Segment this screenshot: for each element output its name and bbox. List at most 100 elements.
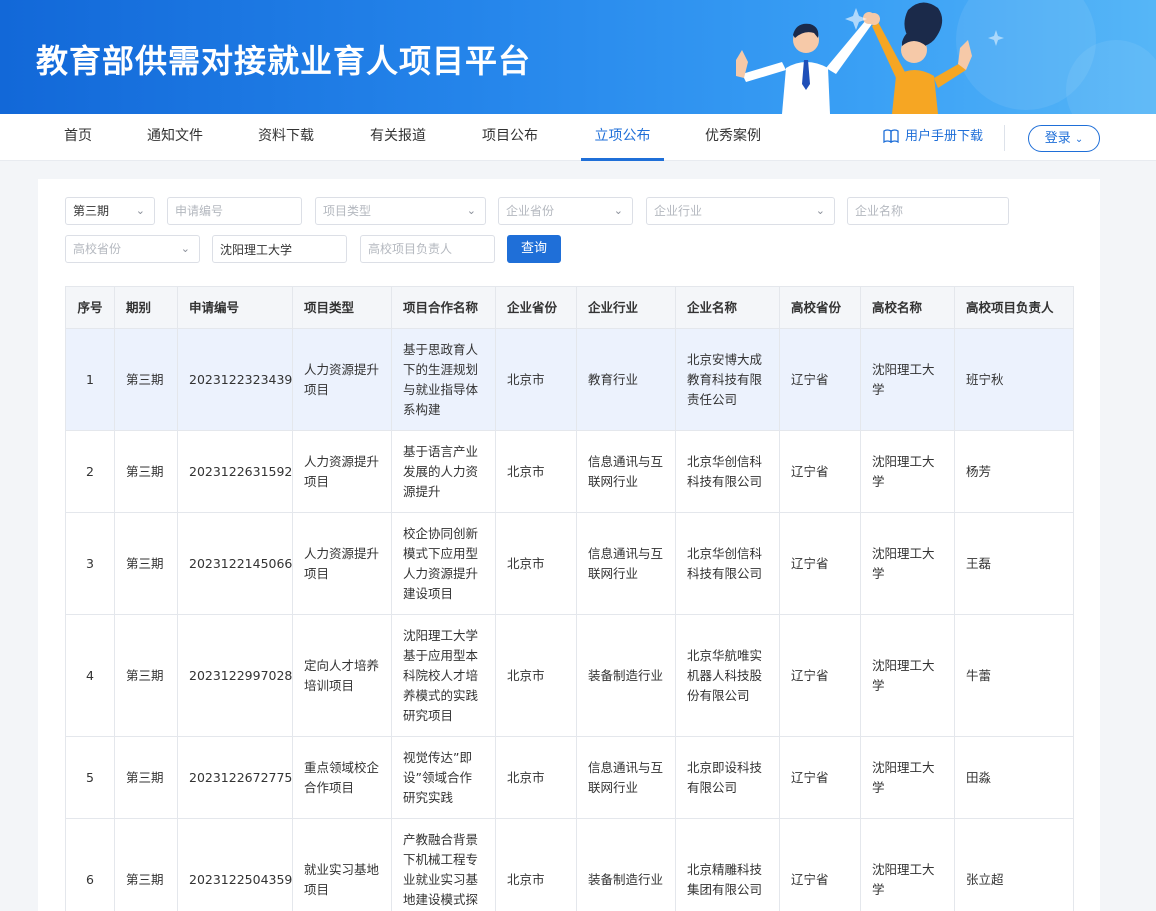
table-cell: 辽宁省 xyxy=(779,512,861,615)
nav-divider xyxy=(1004,125,1005,151)
application-no-input[interactable] xyxy=(167,197,302,225)
company-industry-select[interactable]: 企业行业 ⌄ xyxy=(646,197,835,225)
login-button[interactable]: 登录 ⌄ xyxy=(1028,125,1100,152)
query-button[interactable]: 查询 xyxy=(507,235,561,263)
table-cell: 人力资源提升项目 xyxy=(292,328,392,431)
table-cell: 产教融合背景下机械工程专业就业实习基地建设模式探索与实践 xyxy=(391,818,496,911)
table-cell: 第三期 xyxy=(114,512,178,615)
chevron-down-icon: ⌄ xyxy=(1074,134,1084,145)
column-header: 项目类型 xyxy=(292,286,392,329)
table-row[interactable]: 3 第三期 2023122145066 人力资源提升项目 校企协同创新模式下应用… xyxy=(65,512,1074,615)
table-cell: 教育行业 xyxy=(576,328,676,431)
user-manual-label: 用户手册下载 xyxy=(905,129,984,144)
table-cell: 北京精雕科技集团有限公司 xyxy=(675,818,780,911)
table-cell: 王磊 xyxy=(954,512,1074,615)
table-cell: 沈阳理工大学 xyxy=(860,818,955,911)
table-row[interactable]: 6 第三期 2023122504359 就业实习基地项目 产教融合背景下机械工程… xyxy=(65,818,1074,911)
table-cell: 北京华创信科科技有限公司 xyxy=(675,430,780,513)
chevron-down-icon: ⌄ xyxy=(180,242,190,255)
table-cell: 2 xyxy=(65,430,115,513)
table-cell: 第三期 xyxy=(114,328,178,431)
table-cell: 张立超 xyxy=(954,818,1074,911)
table-cell: 校企协同创新模式下应用型人力资源提升建设项目 xyxy=(391,512,496,615)
table-cell: 基于语言产业发展的人力资源提升 xyxy=(391,430,496,513)
table-cell: 北京即设科技有限公司 xyxy=(675,736,780,819)
column-header: 企业名称 xyxy=(675,286,780,329)
nav-item-home[interactable]: 首页 xyxy=(64,114,92,161)
table-cell: 田淼 xyxy=(954,736,1074,819)
table-cell: 辽宁省 xyxy=(779,328,861,431)
column-header: 高校省份 xyxy=(779,286,861,329)
table-cell: 沈阳理工大学 xyxy=(860,736,955,819)
table-cell: 第三期 xyxy=(114,736,178,819)
book-icon xyxy=(883,129,899,144)
table-cell: 沈阳理工大学 xyxy=(860,430,955,513)
table-cell: 定向人才培养培训项目 xyxy=(292,614,392,737)
table-cell: 人力资源提升项目 xyxy=(292,430,392,513)
table-cell: 沈阳理工大学 xyxy=(860,614,955,737)
table-cell: 就业实习基地项目 xyxy=(292,818,392,911)
table-cell: 北京市 xyxy=(495,328,577,431)
column-header: 申请编号 xyxy=(177,286,293,329)
table-cell: 沈阳理工大学 xyxy=(860,512,955,615)
table-cell: 信息通讯与互联网行业 xyxy=(576,736,676,819)
company-name-input[interactable] xyxy=(847,197,1009,225)
table-cell: 2023122997028 xyxy=(177,614,293,737)
table-cell: 第三期 xyxy=(114,818,178,911)
table-cell: 辽宁省 xyxy=(779,614,861,737)
chevron-down-icon: ⌄ xyxy=(466,204,476,217)
table-cell: 信息通讯与互联网行业 xyxy=(576,512,676,615)
leader-input[interactable] xyxy=(360,235,495,263)
column-header: 高校名称 xyxy=(860,286,955,329)
table-cell: 第三期 xyxy=(114,430,178,513)
school-province-select[interactable]: 高校省份 ⌄ xyxy=(65,235,200,263)
table-cell: 北京市 xyxy=(495,512,577,615)
chevron-down-icon: ⌄ xyxy=(815,204,825,217)
table-row[interactable]: 4 第三期 2023122997028 定向人才培养培训项目 沈阳理工大学基于应… xyxy=(65,614,1074,737)
table-cell: 装备制造行业 xyxy=(576,818,676,911)
table-cell: 北京华创信科科技有限公司 xyxy=(675,512,780,615)
table-cell: 北京市 xyxy=(495,614,577,737)
table-cell: 班宁秋 xyxy=(954,328,1074,431)
nav-item-approved-projects[interactable]: 立项公布 xyxy=(581,114,664,161)
nav-item-project-announcements[interactable]: 项目公布 xyxy=(482,114,538,161)
table-cell: 北京市 xyxy=(495,430,577,513)
table-cell: 4 xyxy=(65,614,115,737)
table-cell: 重点领域校企合作项目 xyxy=(292,736,392,819)
table-cell: 基于思政育人下的生涯规划与就业指导体系构建 xyxy=(391,328,496,431)
login-label: 登录 xyxy=(1044,131,1071,146)
table-cell: 2023122504359 xyxy=(177,818,293,911)
table-cell: 第三期 xyxy=(114,614,178,737)
user-manual-download-link[interactable]: 用户手册下载 xyxy=(883,114,983,161)
nav-item-downloads[interactable]: 资料下载 xyxy=(258,114,314,161)
table-row[interactable]: 2 第三期 2023122631592 人力资源提升项目 基于语言产业发展的人力… xyxy=(65,430,1074,513)
table-cell: 北京华航唯实机器人科技股份有限公司 xyxy=(675,614,780,737)
nav-item-excellent-cases[interactable]: 优秀案例 xyxy=(705,114,761,161)
content-panel: 第三期 ⌄ 项目类型 ⌄ 企业省份 ⌄ 企业行业 ⌄ 高校省份 ⌄ 查询 序号 … xyxy=(38,179,1100,911)
table-cell: 信息通讯与互联网行业 xyxy=(576,430,676,513)
company-province-placeholder: 企业省份 xyxy=(506,204,555,218)
table-row[interactable]: 1 第三期 2023122323439 人力资源提升项目 基于思政育人下的生涯规… xyxy=(65,328,1074,431)
table-cell: 2023122323439 xyxy=(177,328,293,431)
school-name-input[interactable] xyxy=(212,235,347,263)
table-cell: 6 xyxy=(65,818,115,911)
main-nav: 首页 通知文件 资料下载 有关报道 项目公布 立项公布 优秀案例 用户手册下载 … xyxy=(0,114,1156,161)
table-cell: 北京安博大成教育科技有限责任公司 xyxy=(675,328,780,431)
nav-item-notices[interactable]: 通知文件 xyxy=(147,114,203,161)
company-province-select[interactable]: 企业省份 ⌄ xyxy=(498,197,633,225)
table-cell: 1 xyxy=(65,328,115,431)
table-cell: 2023122672775 xyxy=(177,736,293,819)
table-cell: 装备制造行业 xyxy=(576,614,676,737)
table-cell: 辽宁省 xyxy=(779,430,861,513)
table-cell: 杨芳 xyxy=(954,430,1074,513)
table-cell: 2023122145066 xyxy=(177,512,293,615)
project-type-select[interactable]: 项目类型 ⌄ xyxy=(315,197,486,225)
period-select-value: 第三期 xyxy=(73,204,110,218)
nav-item-reports[interactable]: 有关报道 xyxy=(370,114,426,161)
table-cell: 辽宁省 xyxy=(779,818,861,911)
high-five-illustration xyxy=(736,0,1156,114)
table-cell: 5 xyxy=(65,736,115,819)
period-select[interactable]: 第三期 ⌄ xyxy=(65,197,155,225)
header-banner: 教育部供需对接就业育人项目平台 xyxy=(0,0,1156,114)
table-row[interactable]: 5 第三期 2023122672775 重点领域校企合作项目 视觉传达”即设”领… xyxy=(65,736,1074,819)
